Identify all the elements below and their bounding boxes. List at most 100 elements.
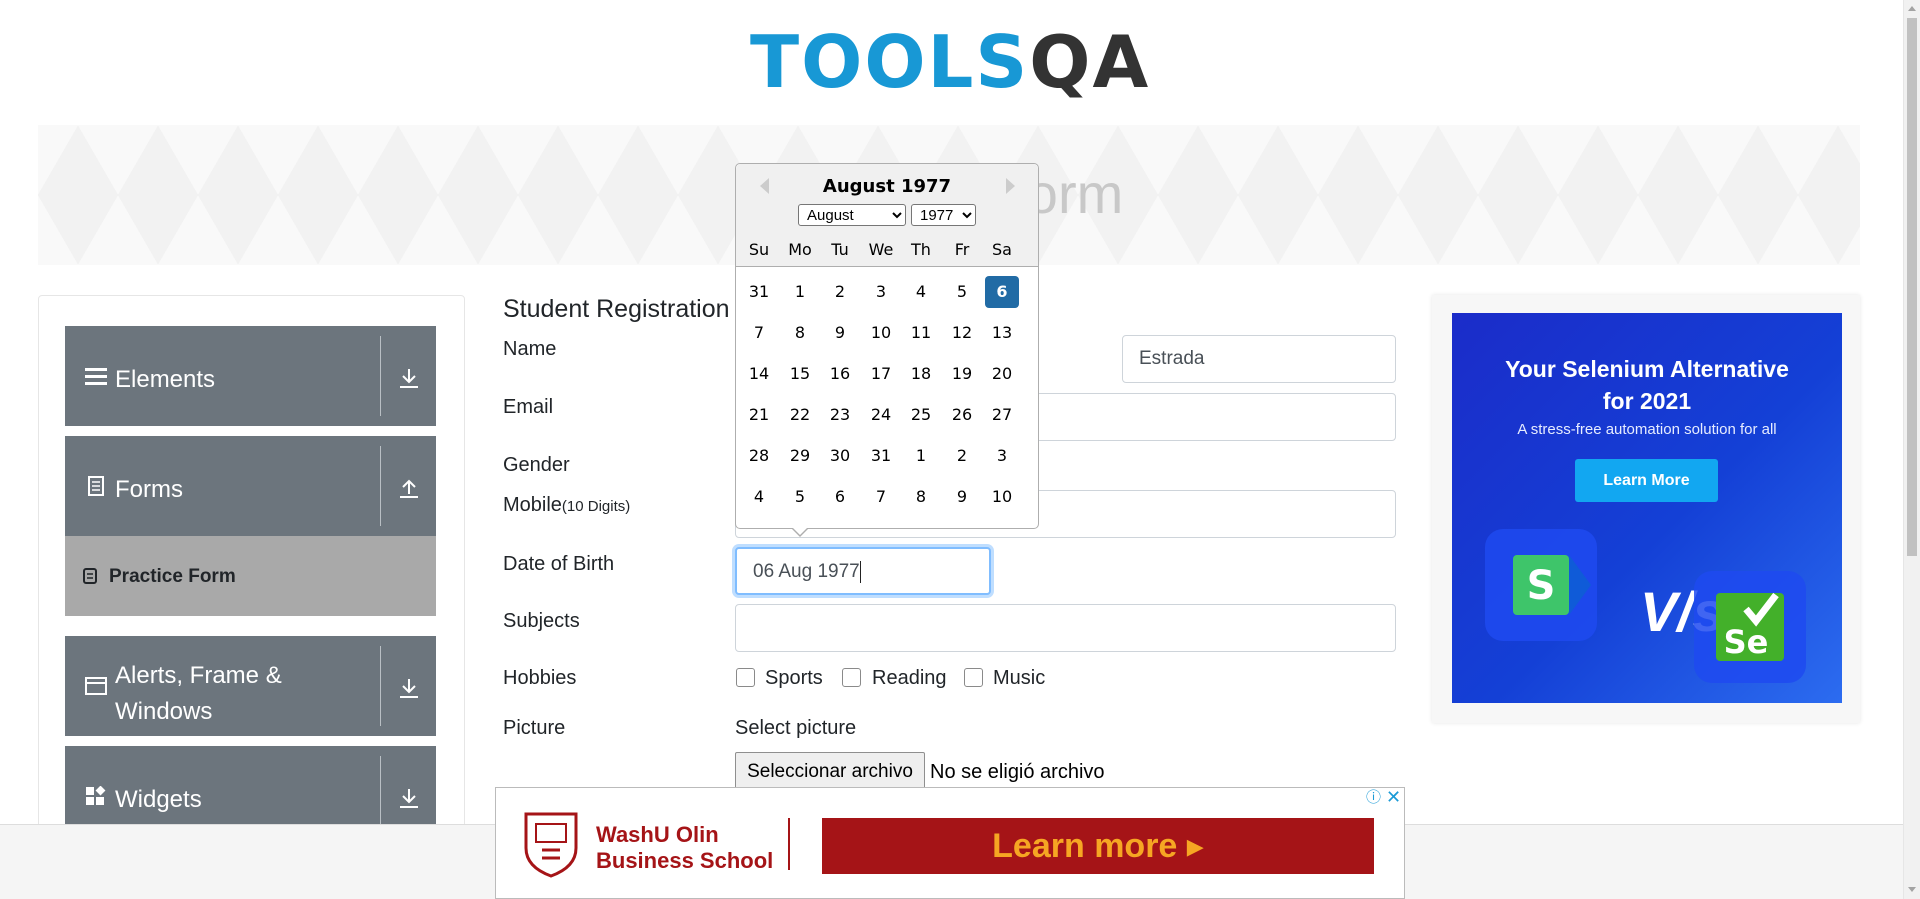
calendar-day[interactable]: 21 [742, 399, 776, 431]
calendar-day[interactable]: 7 [864, 481, 898, 513]
document-icon [88, 476, 104, 496]
hobby-music-checkbox[interactable] [964, 668, 983, 687]
dob-input[interactable]: 06 Aug 1977 [735, 547, 991, 595]
ad-info-icon[interactable]: ⓘ [1366, 790, 1382, 806]
ad-divider [788, 818, 790, 870]
file-status: No se eligió archivo [930, 761, 1105, 783]
ad-bottom-banner[interactable]: WashU Olin Business School Learn more ▸ ⓘ… [495, 787, 1405, 899]
sidebar: Elements Forms Practice Form Alerts, Fra… [38, 295, 465, 875]
dob-label: Date of Birth [503, 553, 615, 575]
weekday-header: We [868, 240, 894, 259]
calendar-day[interactable]: 8 [904, 481, 938, 513]
next-month-icon[interactable] [1006, 178, 1015, 194]
calendar-day[interactable]: 1 [904, 440, 938, 472]
calendar-day[interactable]: 28 [742, 440, 776, 472]
expand-arrow-icon[interactable] [398, 786, 420, 810]
sidebar-item-practice-form[interactable]: Practice Form [65, 536, 436, 616]
calendar-day[interactable]: 31 [742, 276, 776, 308]
scroll-up-icon[interactable] [1908, 6, 1916, 11]
window-icon [85, 677, 107, 695]
calendar-day-selected[interactable]: 6 [985, 276, 1019, 308]
calendar-day[interactable]: 24 [864, 399, 898, 431]
year-select[interactable]: 1977 [911, 204, 976, 226]
mobile-label: Mobile(10 Digits) [503, 494, 630, 517]
calendar-day[interactable]: 8 [783, 317, 817, 349]
calendar-day[interactable]: 20 [985, 358, 1019, 390]
sidebar-group-label: Alerts, Frame & Windows [115, 662, 282, 725]
hobbies-label: Hobbies [503, 667, 577, 689]
scroll-thumb[interactable] [1907, 18, 1917, 556]
calendar-day[interactable]: 16 [823, 358, 857, 390]
ad-learn-more-button[interactable]: Learn more ▸ [822, 818, 1374, 874]
name-label: Name [503, 338, 557, 360]
calendar-day[interactable]: 10 [864, 317, 898, 349]
calendar-day[interactable]: 30 [823, 440, 857, 472]
calendar-day[interactable]: 1 [783, 276, 817, 308]
calendar-day[interactable]: 10 [985, 481, 1019, 513]
hobby-reading-label[interactable]: Reading [872, 667, 947, 690]
calendar-day[interactable]: 2 [945, 440, 979, 472]
calendar-day[interactable]: 9 [823, 317, 857, 349]
toolsqa-logo[interactable]: TOOLSQA [750, 18, 1156, 114]
university-crest-icon [524, 812, 578, 878]
sidebar-group-alerts[interactable]: Alerts, Frame & Windows [65, 636, 436, 736]
calendar-day[interactable]: 25 [904, 399, 938, 431]
subjects-input[interactable] [735, 604, 1396, 652]
calendar-day[interactable]: 14 [742, 358, 776, 390]
sidebar-group-label: Elements [115, 366, 216, 393]
calendar-day[interactable]: 27 [985, 399, 1019, 431]
hobby-sports-checkbox[interactable] [736, 668, 755, 687]
calendar-day[interactable]: 13 [985, 317, 1019, 349]
scroll-down-icon[interactable] [1908, 887, 1916, 892]
month-select[interactable]: August [798, 204, 906, 226]
separator [380, 646, 381, 726]
calendar-day[interactable]: 3 [864, 276, 898, 308]
sidebar-group-elements[interactable]: Elements [65, 326, 436, 426]
calendar-day[interactable]: 18 [904, 358, 938, 390]
expand-arrow-icon[interactable] [398, 366, 420, 390]
mobile-hint: (10 Digits) [561, 498, 631, 515]
calendar-day[interactable]: 4 [904, 276, 938, 308]
hobby-sports-label[interactable]: Sports [765, 667, 823, 690]
calendar-day[interactable]: 11 [904, 317, 938, 349]
datepicker-header: August 1977 August 1977 Su Mo Tu We Th Fr Sa [736, 164, 1038, 267]
calendar-day[interactable]: 12 [945, 317, 979, 349]
calendar-day[interactable]: 5 [945, 276, 979, 308]
ad-right-banner[interactable]: Your Selenium Alternative for 2021 A stre… [1452, 313, 1842, 703]
last-name-input[interactable]: Estrada [1122, 335, 1396, 383]
last-name-value: Estrada [1139, 348, 1205, 369]
ad-learn-more-button[interactable]: Learn More [1575, 459, 1718, 502]
calendar-day[interactable]: 3 [985, 440, 1019, 472]
calendar-day[interactable]: 19 [945, 358, 979, 390]
hobby-reading-checkbox[interactable] [842, 668, 861, 687]
logo-qa-text: QA [1029, 20, 1151, 104]
calendar-day[interactable]: 31 [864, 440, 898, 472]
selenium-logo: Se [1694, 571, 1806, 683]
calendar-day[interactable]: 29 [783, 440, 817, 472]
calendar-day[interactable]: 7 [742, 317, 776, 349]
sidebar-group-label: Forms [115, 476, 183, 503]
calendar-day[interactable]: 4 [742, 481, 776, 513]
calendar-day[interactable]: 5 [783, 481, 817, 513]
collapse-arrow-icon[interactable] [398, 476, 420, 500]
choose-file-button[interactable]: Seleccionar archivo [735, 752, 925, 792]
form-icon [83, 568, 97, 584]
calendar-day[interactable]: 2 [823, 276, 857, 308]
page-scrollbar[interactable] [1903, 0, 1920, 899]
calendar-day[interactable]: 9 [945, 481, 979, 513]
calendar-day[interactable]: 23 [823, 399, 857, 431]
calendar-day[interactable]: 15 [783, 358, 817, 390]
calendar-day[interactable]: 26 [945, 399, 979, 431]
sidebar-group-forms[interactable]: Forms [65, 436, 436, 536]
calendar-day[interactable]: 22 [783, 399, 817, 431]
calendar-day[interactable]: 6 [823, 481, 857, 513]
picture-label: Picture [503, 717, 566, 739]
ad-close-icon[interactable]: ✕ [1386, 788, 1402, 806]
calendar-day[interactable]: 17 [864, 358, 898, 390]
svg-text:Se: Se [1724, 623, 1769, 661]
expand-arrow-icon[interactable] [398, 676, 420, 700]
separator [380, 446, 381, 526]
hobby-music-label[interactable]: Music [993, 667, 1045, 690]
weekday-header: Sa [992, 240, 1012, 259]
katalon-logo: S [1485, 529, 1597, 641]
